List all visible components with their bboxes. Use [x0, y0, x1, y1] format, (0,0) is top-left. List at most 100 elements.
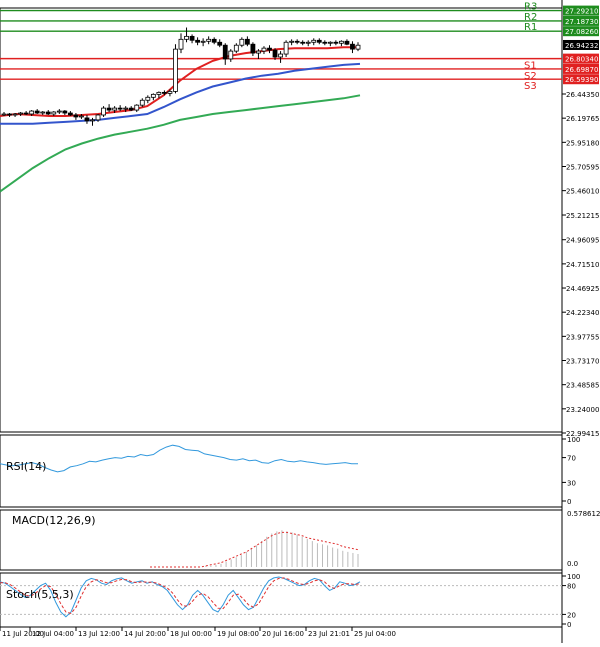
candle-body [117, 107, 123, 110]
candle-body [167, 90, 173, 94]
price-tick-label: 24.71510 [566, 261, 599, 269]
candle-body [134, 104, 140, 111]
candle-body [101, 107, 106, 116]
candle-body [233, 44, 239, 52]
chart-svg: 27.29210R327.18730R227.08260R126.80340S1… [0, 0, 600, 643]
candle-body [34, 110, 40, 114]
macd-tick-label: 0.578612 [567, 510, 600, 518]
level-tag-label: 26.80340 [565, 56, 598, 64]
macd-tick-label: 0.0 [567, 560, 578, 568]
candle-body [145, 96, 151, 101]
price-tick-label: 23.97755 [566, 333, 599, 341]
time-tick-label: 20 Jul 16:00 [262, 630, 304, 638]
candle-body [162, 91, 167, 94]
price-tick-label: 25.21215 [566, 212, 599, 220]
price-tick-label: 25.95180 [566, 139, 599, 147]
stoch-tick-label: 100 [567, 573, 580, 581]
candle-body [40, 111, 46, 114]
candle-body [344, 40, 350, 45]
panel-frame-price [0, 7, 563, 433]
candle-body [156, 91, 162, 95]
price-tick-label: 25.46010 [566, 188, 599, 196]
candle-body [73, 114, 79, 118]
price-tick-label: 23.48585 [566, 382, 599, 390]
level-tag-label: 26.59390 [565, 76, 598, 84]
candle-body [222, 44, 228, 60]
current-price-label: 26.94232 [565, 42, 598, 50]
price-tick-label: 23.24000 [566, 406, 599, 414]
candle-body [278, 53, 283, 58]
chart-stage: 27.29210 R3 27.18730 R2 27.08260 R1 26.80340 S1… [0, 0, 600, 643]
candle-body [23, 112, 29, 115]
candle-body [311, 39, 317, 43]
macd-title: MACD(12,26,9) [12, 514, 96, 527]
candle-body [178, 38, 184, 50]
candle-body [283, 41, 289, 55]
rsi-tick-label: 100 [567, 436, 580, 444]
level-tag-label: 27.18730 [565, 18, 598, 26]
time-tick-label: 12 Jul 04:00 [32, 630, 74, 638]
candle-body [84, 117, 90, 122]
candle-body [95, 114, 101, 121]
candle-body [250, 43, 256, 54]
candle-body [67, 112, 73, 116]
candle-body [1, 113, 7, 116]
time-tick-label: 19 Jul 08:00 [217, 630, 259, 638]
candle-body [45, 111, 51, 115]
candle-body [206, 38, 212, 42]
level-tag-label: 26.69870 [565, 66, 598, 74]
candle-body [294, 40, 300, 43]
price-tick-label: 24.46925 [566, 285, 599, 293]
candle-body [244, 38, 250, 45]
candle-body [51, 111, 57, 115]
panel-frame-rsi [0, 434, 563, 508]
candle-body [150, 93, 156, 98]
candle-body [256, 50, 261, 54]
candle-body [62, 110, 68, 114]
rsi-tick-label: 70 [567, 455, 576, 463]
candle-body [18, 112, 23, 115]
candle-body [355, 44, 361, 50]
candle-body [267, 47, 272, 51]
candle-body [200, 40, 206, 43]
stoch-tick-label: 0 [567, 621, 571, 629]
price-tick-label: 25.70595 [566, 163, 599, 171]
candle-body [333, 41, 339, 44]
price-tick-label: 24.22340 [566, 309, 599, 317]
candle-body [195, 39, 200, 43]
panel-frame-stoch [0, 572, 563, 628]
candle-body [228, 50, 234, 60]
candle-body [322, 41, 328, 44]
time-tick-label: 18 Jul 00:00 [170, 630, 212, 638]
price-tick-label: 24.96095 [566, 237, 599, 245]
candle-body [139, 99, 145, 106]
candle-body [289, 40, 295, 43]
candle-body [327, 41, 333, 44]
stoch-title: Stoch(5,5,3) [6, 588, 74, 601]
candle-body [316, 39, 322, 43]
level-name-s3: S3 [524, 81, 537, 92]
candle-body [12, 113, 18, 116]
stoch-tick-label: 20 [567, 611, 576, 619]
rsi-tick-label: 0 [567, 498, 571, 506]
candle-body [300, 41, 306, 44]
level-tag-label: 27.08260 [565, 28, 598, 36]
rsi-title: RSI(14) [6, 460, 46, 473]
candle-body [112, 107, 118, 111]
candle-body [217, 41, 223, 46]
candle-body [29, 110, 35, 115]
time-tick-label: 14 Jul 20:00 [124, 630, 166, 638]
candle-body [90, 119, 95, 122]
time-tick-label: 13 Jul 12:00 [78, 630, 120, 638]
rsi-tick-label: 30 [567, 479, 576, 487]
candle-body [272, 49, 278, 58]
candle-body [173, 48, 178, 92]
candle-body [305, 41, 311, 44]
time-tick-label: 23 Jul 21:01 [308, 630, 350, 638]
candle-body [211, 38, 217, 43]
candle-body [128, 107, 134, 111]
level-name-r1: R1 [524, 22, 537, 33]
stoch-tick-label: 80 [567, 583, 576, 591]
candle-body [79, 115, 84, 118]
time-tick-label: 25 Jul 04:00 [354, 630, 396, 638]
